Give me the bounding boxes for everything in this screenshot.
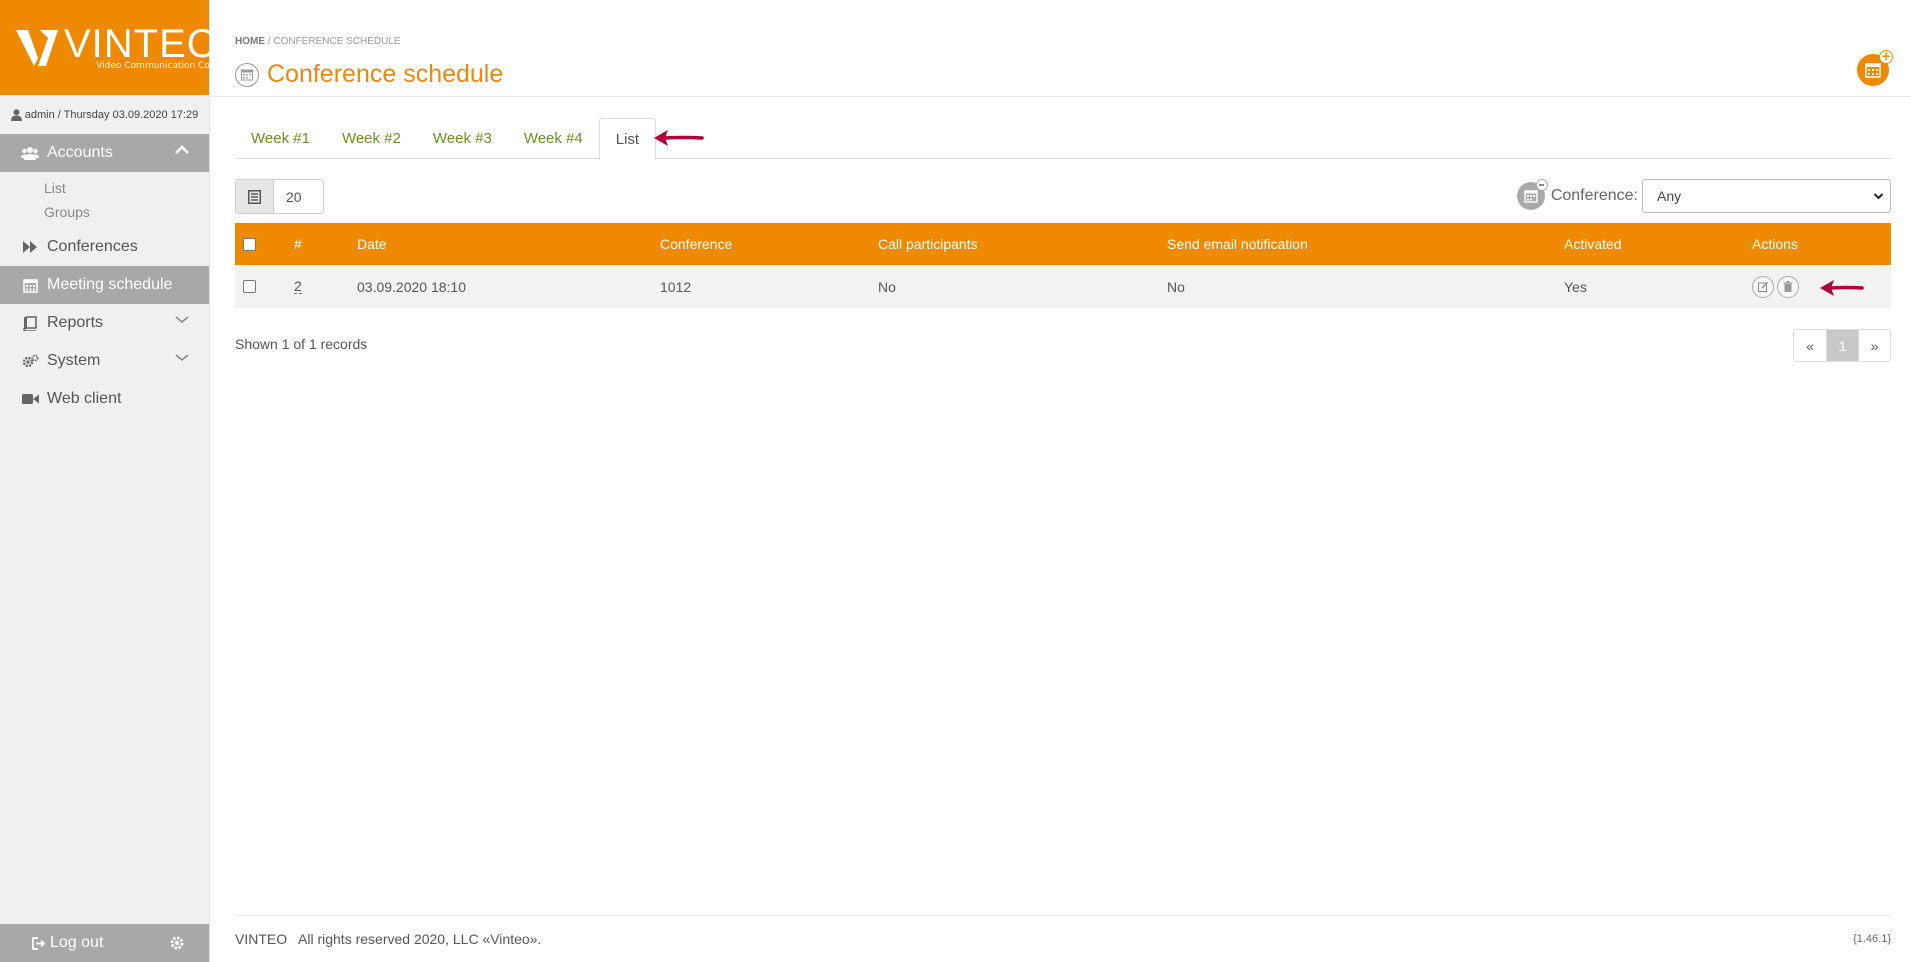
brand-tagline: Video Communication Core	[96, 60, 219, 71]
row-call-participants: No	[878, 278, 896, 295]
select-all-checkbox[interactable]	[243, 237, 256, 251]
chevron-down-icon[interactable]	[175, 353, 189, 363]
user-line-text: admin / Thursday 03.09.2020 17:29	[24, 108, 199, 121]
row-conference: 1012	[660, 278, 692, 295]
column-header-number[interactable]: #	[294, 236, 357, 252]
table-header: # Date Conference Call participants Send…	[235, 223, 1891, 265]
row-id-link[interactable]: 2	[294, 279, 302, 294]
video-camera-icon	[21, 391, 39, 407]
pagination-prev[interactable]: «	[1794, 330, 1826, 361]
forward-icon	[21, 239, 39, 255]
records-count: Shown 1 of 1 records	[235, 336, 368, 352]
page-size-value: 20	[286, 188, 302, 205]
calendar-remove-icon[interactable]	[1516, 179, 1548, 210]
accounts-submenu: List Groups	[0, 172, 209, 228]
delete-button[interactable]	[1777, 275, 1799, 298]
logout-label: Log out	[50, 934, 104, 951]
add-schedule-button[interactable]: +	[1857, 50, 1893, 86]
chevron-down-icon	[1873, 193, 1884, 200]
column-header-send-email[interactable]: Send email notification	[1167, 236, 1564, 252]
page-size-input[interactable]: 20	[274, 179, 324, 214]
schedule-table: # Date Conference Call participants Send…	[235, 223, 1891, 308]
users-icon	[21, 145, 39, 161]
schedule-tabs: Week #1 Week #2 Week #3 Week #4 List	[235, 118, 1891, 160]
sidebar-item-label: Accounts	[47, 144, 113, 161]
edit-button[interactable]	[1752, 275, 1774, 298]
page-footer: VINTEO All rights reserved 2020, LLC «Vi…	[235, 915, 1891, 962]
gears-icon	[21, 353, 39, 369]
sidebar-item-label: Reports	[47, 314, 104, 331]
table-row: 2 03.09.2020 18:10 1012 No No Yes	[235, 265, 1891, 308]
chevron-down-icon[interactable]	[175, 315, 189, 325]
conference-select-value: Any	[1657, 188, 1682, 204]
breadcrumb: HOME / CONFERENCE SCHEDULE	[235, 36, 401, 47]
sidebar-item-label: Meeting schedule	[47, 276, 173, 293]
footer-version: {1.46.1}	[1853, 933, 1891, 945]
page-header: HOME / CONFERENCE SCHEDULE Conference sc…	[210, 0, 1911, 97]
sidebar-item-accounts[interactable]: Accounts	[0, 134, 209, 172]
sidebar-item-label: Web client	[47, 390, 122, 407]
chevron-up-icon[interactable]	[175, 145, 189, 155]
pagination-page-current[interactable]: 1	[1826, 330, 1858, 361]
logout-icon	[32, 936, 46, 950]
sidebar-item-label: System	[47, 352, 101, 369]
pagination-next[interactable]: »	[1858, 330, 1890, 361]
row-checkbox[interactable]	[243, 280, 256, 293]
brand-logo[interactable]: VINTEO Video Communication Core	[0, 0, 219, 95]
page-size-control: 20	[235, 179, 324, 214]
calendar-icon	[1865, 63, 1881, 78]
tab-week-4[interactable]: Week #4	[508, 118, 599, 159]
column-header-date[interactable]: Date	[357, 236, 660, 252]
sidebar-item-system[interactable]: System	[0, 342, 209, 380]
tab-list[interactable]: List	[598, 118, 657, 160]
row-send-email: No	[1167, 278, 1185, 295]
user-icon	[10, 108, 22, 121]
logout-button[interactable]: Log out	[32, 934, 103, 952]
gear-icon[interactable]	[169, 935, 185, 951]
breadcrumb-home[interactable]: HOME	[235, 36, 265, 47]
trash-icon	[1783, 281, 1793, 292]
sidebar-item-meeting-schedule[interactable]: Meeting schedule	[0, 266, 209, 304]
calendar-icon	[235, 62, 259, 87]
annotation-arrow-icon	[1820, 280, 1864, 296]
column-header-activated[interactable]: Activated	[1564, 236, 1752, 252]
conference-select[interactable]: Any	[1642, 179, 1891, 213]
column-header-call-participants[interactable]: Call participants	[878, 236, 1167, 252]
vinteo-logo-mark	[16, 28, 60, 68]
sidebar-item-reports[interactable]: Reports	[0, 304, 209, 342]
sidebar-subitem-groups[interactable]: Groups	[44, 200, 209, 224]
edit-icon	[1757, 282, 1768, 292]
book-icon	[21, 315, 39, 331]
breadcrumb-separator: /	[267, 36, 271, 47]
minus-icon	[1535, 179, 1548, 191]
sidebar-item-web-client[interactable]: Web client	[0, 380, 209, 418]
column-header-conference[interactable]: Conference	[660, 236, 878, 252]
sidebar-footer: Log out	[0, 924, 209, 962]
column-header-actions: Actions	[1752, 236, 1798, 252]
tab-week-3[interactable]: Week #3	[417, 118, 508, 159]
plus-icon: +	[1879, 49, 1893, 64]
annotation-arrow-icon	[654, 130, 704, 146]
calendar-icon	[21, 277, 39, 293]
sidebar: VINTEO Video Communication Core admin / …	[0, 0, 219, 962]
pagination: « 1 »	[1793, 329, 1891, 362]
sidebar-subitem-list[interactable]: List	[44, 176, 209, 200]
page-title: Conference schedule	[267, 60, 504, 88]
conference-filter-label: Conference:	[1550, 187, 1638, 204]
row-date: 03.09.2020 18:10	[357, 278, 466, 295]
page-size-list-icon[interactable]	[235, 179, 274, 214]
user-info: admin / Thursday 03.09.2020 17:29	[0, 95, 209, 134]
row-activated: Yes	[1564, 278, 1587, 295]
breadcrumb-current: CONFERENCE SCHEDULE	[273, 36, 401, 47]
tab-week-2[interactable]: Week #2	[326, 118, 417, 159]
brand-name: VINTEO	[64, 21, 219, 66]
sidebar-item-conferences[interactable]: Conferences	[0, 228, 209, 266]
sidebar-item-label: Conferences	[47, 238, 138, 255]
footer-copyright: VINTEO All rights reserved 2020, LLC «Vi…	[235, 931, 542, 947]
tab-week-1[interactable]: Week #1	[235, 118, 326, 159]
conference-filter: Conference: Any	[1516, 179, 1891, 213]
